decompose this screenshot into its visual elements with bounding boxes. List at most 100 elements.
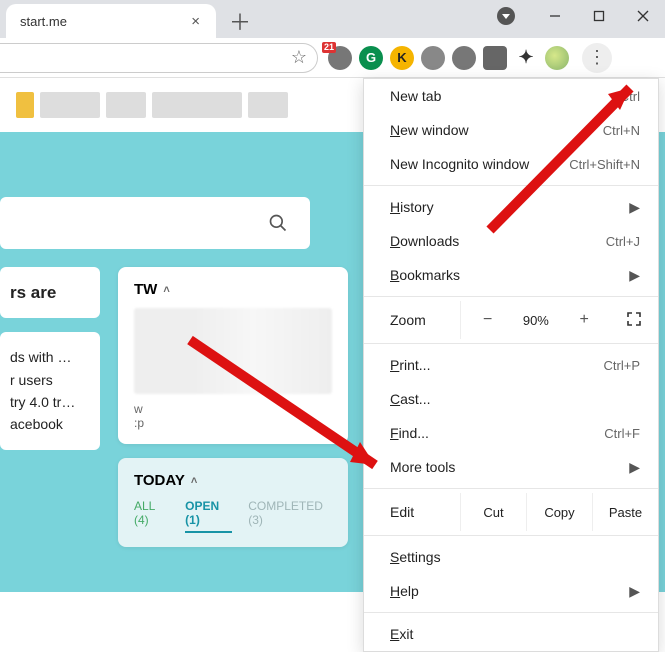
widget-title: rs are xyxy=(0,267,100,318)
window-maximize[interactable] xyxy=(577,0,621,32)
menu-history[interactable]: History ▶ xyxy=(364,190,658,224)
submenu-arrow-icon: ▶ xyxy=(629,199,640,216)
tab-open[interactable]: OPEN (1) xyxy=(185,499,232,533)
tab-all[interactable]: ALL (4) xyxy=(134,499,169,533)
menu-exit[interactable]: Exit xyxy=(364,617,658,651)
menu-shortcut: Ctrl+N xyxy=(603,123,640,138)
menu-label: Edit xyxy=(364,504,460,520)
tab-close-icon[interactable]: × xyxy=(185,13,206,30)
tab-search-icon[interactable] xyxy=(497,7,515,25)
text-line: r users xyxy=(10,369,90,391)
menu-label: More tools xyxy=(390,459,455,475)
tab-strip: start.me × ＋ xyxy=(0,0,665,38)
menu-label: Cast... xyxy=(390,391,430,407)
menu-shortcut: Ctrl+P xyxy=(604,358,640,373)
menu-downloads[interactable]: Downloads Ctrl+J xyxy=(364,224,658,258)
chrome-menu: New tab Ctrl New window Ctrl+N New Incog… xyxy=(363,78,659,652)
menu-cast[interactable]: Cast... xyxy=(364,382,658,416)
widget-meta: :p xyxy=(134,416,332,430)
fullscreen-icon[interactable] xyxy=(619,311,649,330)
menu-bookmarks[interactable]: Bookmarks ▶ xyxy=(364,258,658,292)
menu-separator xyxy=(364,535,658,536)
extension-badge: 21 xyxy=(322,42,336,53)
window-controls xyxy=(497,0,665,32)
menu-more-tools[interactable]: More tools ▶ xyxy=(364,450,658,484)
widget-header[interactable]: TW ˄ xyxy=(134,281,332,298)
edit-copy[interactable]: Copy xyxy=(526,493,592,531)
menu-label: New Incognito window xyxy=(390,156,529,172)
text-line: acebook xyxy=(10,413,90,435)
widget-title: TW xyxy=(134,281,157,298)
grammarly-icon[interactable] xyxy=(359,46,383,70)
tab-completed[interactable]: COMPLETED (3) xyxy=(248,499,332,533)
menu-shortcut: Ctrl xyxy=(620,89,640,104)
widget-title: TODAY xyxy=(134,472,185,489)
menu-settings[interactable]: Settings xyxy=(364,540,658,574)
menu-label: New window xyxy=(390,122,469,138)
menu-edit-row: Edit Cut Copy Paste xyxy=(364,493,658,531)
widget-placeholder xyxy=(134,308,332,394)
tab-title: start.me xyxy=(20,14,67,29)
widget-today[interactable]: TODAY ˄ ALL (4) OPEN (1) COMPLETED (3) xyxy=(118,458,348,547)
extension-icon[interactable] xyxy=(421,46,445,70)
zoom-in-button[interactable]: + xyxy=(566,311,602,329)
widget-body: ds with … r users try 4.0 tr… acebook xyxy=(0,332,100,450)
menu-shortcut: Ctrl+F xyxy=(604,426,640,441)
submenu-arrow-icon: ▶ xyxy=(629,583,640,600)
zoom-value: 90% xyxy=(523,313,549,328)
plus-icon: ＋ xyxy=(229,5,251,37)
menu-label: Find... xyxy=(390,425,429,441)
window-close[interactable] xyxy=(621,0,665,32)
submenu-arrow-icon: ▶ xyxy=(629,267,640,284)
menu-print[interactable]: Print... Ctrl+P xyxy=(364,348,658,382)
chrome-menu-button[interactable]: ⋮ xyxy=(582,43,612,73)
edit-paste[interactable]: Paste xyxy=(592,493,658,531)
menu-label: Help xyxy=(390,583,419,599)
menu-separator xyxy=(364,296,658,297)
menu-help[interactable]: Help ▶ xyxy=(364,574,658,608)
menu-label: Settings xyxy=(390,549,441,565)
menu-find[interactable]: Find... Ctrl+F xyxy=(364,416,658,450)
menu-separator xyxy=(364,185,658,186)
menu-new-window[interactable]: New window Ctrl+N xyxy=(364,113,658,147)
menu-shortcut: Ctrl+Shift+N xyxy=(569,157,640,172)
menu-label: History xyxy=(390,199,434,215)
menu-label: Downloads xyxy=(390,233,459,249)
menu-label: Bookmarks xyxy=(390,267,460,283)
menu-zoom-row: Zoom − 90% + xyxy=(364,301,658,339)
menu-label: New tab xyxy=(390,88,441,104)
extension-icons: 21 ✦ ⋮ xyxy=(328,43,612,73)
zoom-out-button[interactable]: − xyxy=(470,311,506,329)
edit-cut[interactable]: Cut xyxy=(460,493,526,531)
browser-tab[interactable]: start.me × xyxy=(6,4,216,38)
menu-label: Exit xyxy=(390,626,413,642)
menu-separator xyxy=(364,612,658,613)
submenu-arrow-icon: ▶ xyxy=(629,459,640,476)
extensions-menu-icon[interactable]: ✦ xyxy=(514,46,538,70)
widget-tw[interactable]: TW ˄ w :p xyxy=(118,267,348,444)
search-icon xyxy=(268,213,288,233)
extension-icon[interactable]: 21 xyxy=(328,46,352,70)
menu-separator xyxy=(364,343,658,344)
extension-icon[interactable] xyxy=(452,46,476,70)
widget-header[interactable]: TODAY ˄ xyxy=(134,472,332,489)
menu-label: Zoom xyxy=(364,312,460,328)
window-minimize[interactable] xyxy=(533,0,577,32)
menu-incognito[interactable]: New Incognito window Ctrl+Shift+N xyxy=(364,147,658,181)
chevron-up-icon: ˄ xyxy=(163,284,169,296)
menu-label: Print... xyxy=(390,357,430,373)
extension-icon[interactable] xyxy=(483,46,507,70)
new-tab-button[interactable]: ＋ xyxy=(226,7,254,35)
menu-separator xyxy=(364,488,658,489)
search-card[interactable] xyxy=(0,197,310,249)
profile-avatar-icon[interactable] xyxy=(545,46,569,70)
browser-toolbar: ☆ 21 ✦ ⋮ xyxy=(0,38,665,78)
today-tabs: ALL (4) OPEN (1) COMPLETED (3) xyxy=(134,499,332,533)
widget-meta: w xyxy=(134,402,332,416)
address-bar[interactable]: ☆ xyxy=(0,43,318,73)
text-line: ds with … xyxy=(10,346,90,368)
bookmark-star-icon[interactable]: ☆ xyxy=(291,47,307,68)
extension-k-icon[interactable] xyxy=(390,46,414,70)
menu-new-tab[interactable]: New tab Ctrl xyxy=(364,79,658,113)
menu-shortcut: Ctrl+J xyxy=(606,234,640,249)
